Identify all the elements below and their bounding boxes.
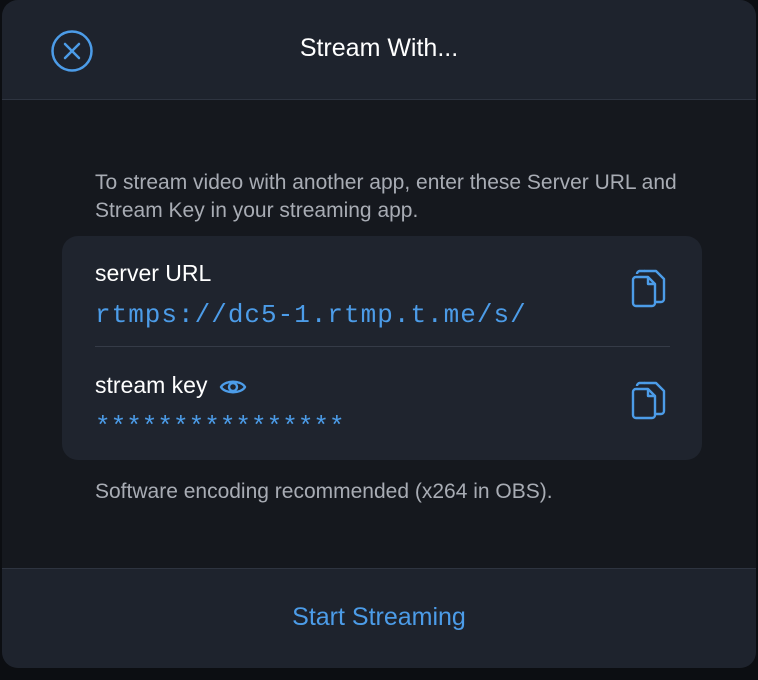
reveal-key-button[interactable] [219, 376, 247, 396]
copy-server-url-button[interactable] [624, 267, 670, 313]
dialog-footer: Start Streaming [2, 568, 756, 668]
eye-icon [220, 380, 247, 393]
stream-dialog: Stream With... To stream video with anot… [2, 0, 756, 668]
credentials-card: server URL rtmps://dc5-1.rtmp.t.me/s/ st… [62, 236, 702, 460]
instructions-text: To stream video with another app, enter … [95, 171, 677, 222]
server-url-label: server URL [95, 260, 212, 286]
encoding-note: Software encoding recommended (x264 in O… [95, 480, 553, 503]
dialog-header: Stream With... [2, 0, 756, 100]
divider [95, 346, 670, 347]
copy-icon [631, 381, 666, 420]
dialog-title: Stream With... [299, 34, 459, 62]
server-url-value[interactable]: rtmps://dc5-1.rtmp.t.me/s/ [95, 300, 527, 330]
copy-stream-key-button[interactable] [624, 379, 670, 425]
stream-key-label-row: stream key [95, 372, 247, 399]
stream-key-value[interactable]: **************** [95, 412, 345, 442]
stream-key-label: stream key [95, 372, 208, 398]
start-streaming-button[interactable]: Start Streaming [2, 603, 756, 632]
copy-icon [631, 269, 666, 308]
